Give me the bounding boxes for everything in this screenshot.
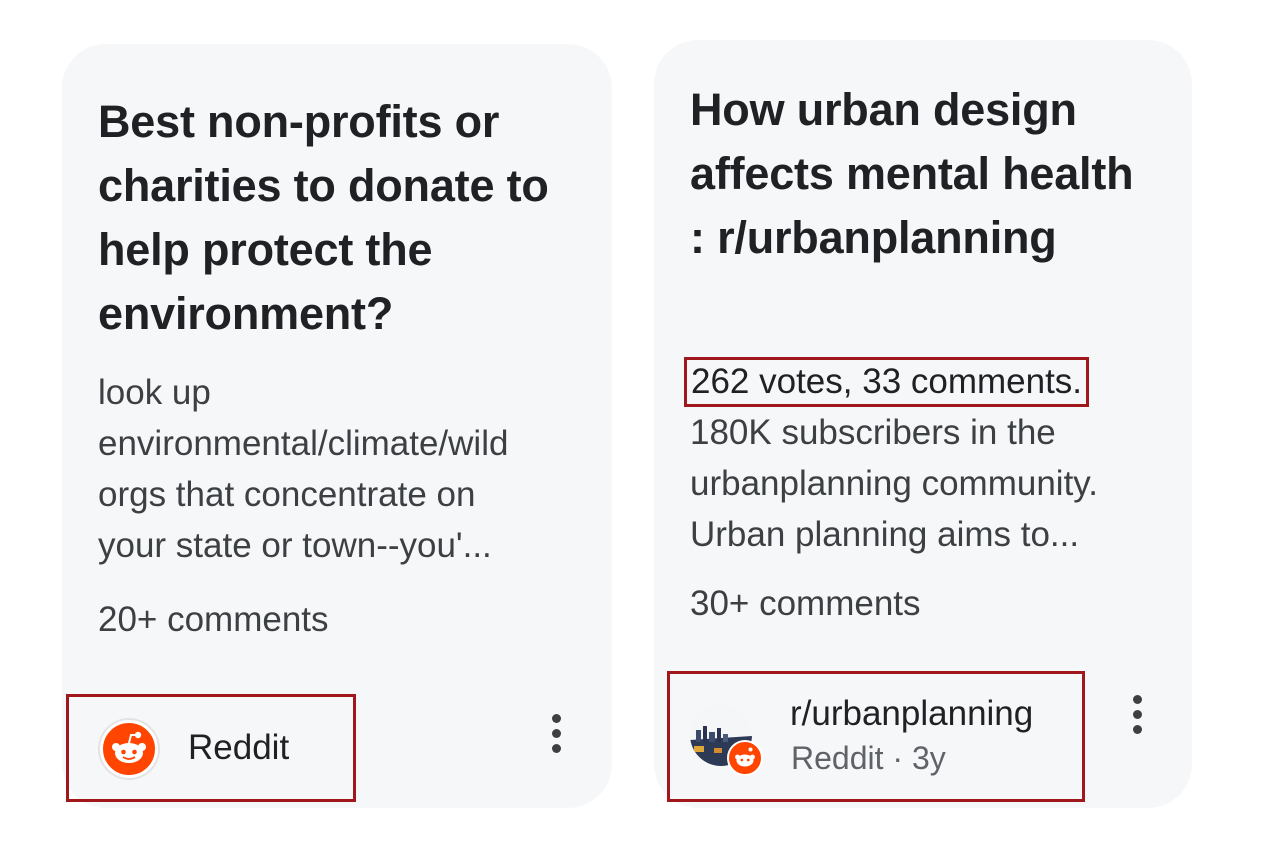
dot [551,728,561,738]
comment-count: 30+ comments [690,584,921,623]
dot [1132,724,1142,734]
comment-count: 20+ comments [98,600,329,639]
source-meta: Reddit · 3y [791,740,946,776]
snippet-line: orgs that concentrate on [98,475,476,514]
snippet-text: 180K subscribers in the urbanplanning co… [690,413,1098,554]
snippet-line: environmental/climate/wild [98,424,509,463]
source-name[interactable]: r/urbanplanning [790,694,1033,734]
result-title[interactable]: Best non-profits or charities to donate … [98,90,578,346]
result-snippet: look up environmental/climate/wild orgs … [98,367,578,571]
snippet-line: look up [98,373,211,412]
reddit-icon [100,720,158,778]
result-title[interactable]: How urban design affects mental health :… [690,78,1160,270]
dot [1132,709,1142,719]
more-options-icon[interactable] [1117,684,1157,744]
dot [1132,694,1142,704]
dot [551,743,561,753]
snippet-line: your state or town--you'... [98,526,492,565]
result-snippet: 262 votes, 33 comments. 180K subscribers… [684,356,1150,560]
source-name[interactable]: Reddit [188,728,289,768]
more-options-icon[interactable] [536,703,576,763]
dot [551,713,561,723]
reddit-badge-icon [727,740,763,776]
votes-highlight: 262 votes, 33 comments. [684,357,1090,407]
